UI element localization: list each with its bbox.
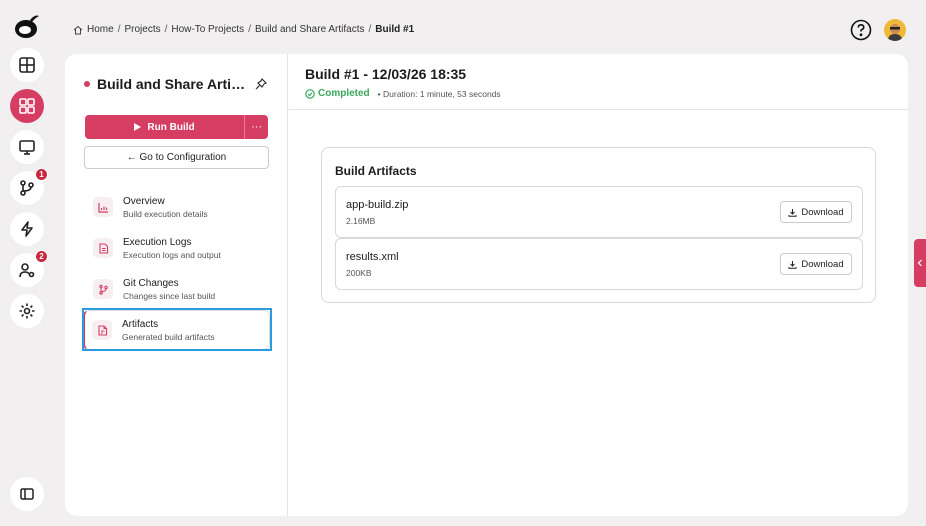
artifact-name: results.xml	[346, 251, 399, 263]
status-text: Completed	[318, 88, 370, 99]
nav-overview-subtitle: Build execution details	[123, 208, 208, 219]
chevron-left-icon	[917, 259, 922, 267]
status-badge: Completed	[305, 88, 370, 99]
breadcrumb-home[interactable]: Home	[87, 24, 114, 35]
artifact-name: app-build.zip	[346, 199, 409, 211]
logo-icon[interactable]	[11, 10, 43, 42]
build-title: Build #1 - 12/03/26 18:35	[305, 66, 467, 82]
nav-git-changes-title: Git Changes	[123, 277, 179, 289]
artifact-size: 2.16MB	[346, 216, 376, 226]
run-build-group: Run Build ···	[85, 115, 268, 139]
collapse-panel-tab[interactable]	[914, 239, 926, 287]
gear-icon[interactable]	[10, 294, 44, 328]
sidebar-title: Build and Share Artifacts	[97, 76, 247, 92]
build-detail-panel: Build #1 - 12/03/26 18:35 Completed • Du…	[289, 54, 908, 516]
nav-artifacts[interactable]: Artifacts Generated build artifacts	[83, 310, 270, 350]
download-icon	[788, 208, 797, 217]
artifact-row: app-build.zip 2.16MB Download	[335, 186, 863, 238]
lightning-icon[interactable]	[10, 212, 44, 246]
monitor-icon[interactable]	[10, 130, 44, 164]
breadcrumb-current: Build #1	[375, 24, 415, 35]
goto-configuration-button[interactable]: ← Go to Configuration	[84, 146, 269, 169]
nav-overview[interactable]: Overview Build execution details	[86, 188, 268, 226]
main-card: Build and Share Artifacts Run Build ··· …	[65, 54, 908, 516]
download-label: Download	[801, 258, 844, 270]
run-build-button[interactable]: Run Build	[85, 115, 244, 139]
build-header: Build #1 - 12/03/26 18:35 Completed • Du…	[289, 54, 908, 110]
download-icon	[788, 260, 797, 269]
chart-icon	[93, 197, 113, 217]
file-icon	[92, 320, 112, 340]
avatar[interactable]	[884, 19, 906, 41]
build-sidebar: Build and Share Artifacts Run Build ··· …	[65, 54, 288, 516]
pin-icon[interactable]	[255, 78, 267, 90]
artifact-row: results.xml 200KB Download	[335, 238, 863, 290]
nav-artifacts-title: Artifacts	[122, 318, 159, 330]
run-build-label: Run Build	[147, 121, 195, 133]
git-branch-icon[interactable]: 1	[10, 168, 48, 205]
build-duration: • Duration: 1 minute, 53 seconds	[377, 88, 501, 99]
nav-execution-logs-subtitle: Execution logs and output	[123, 249, 221, 260]
status-dot	[84, 81, 90, 87]
sidebar-title-row: Build and Share Artifacts	[84, 76, 274, 92]
artifact-size: 200KB	[346, 268, 372, 278]
breadcrumb-separator: /	[117, 24, 121, 35]
breadcrumb-separator: /	[368, 24, 372, 35]
play-icon	[134, 123, 142, 131]
help-icon[interactable]	[850, 19, 872, 41]
check-circle-icon	[305, 88, 315, 99]
users-settings-icon[interactable]: 2	[10, 250, 48, 287]
document-icon	[93, 238, 113, 258]
download-label: Download	[801, 206, 844, 218]
download-button[interactable]: Download	[780, 253, 852, 275]
nav-git-changes-subtitle: Changes since last build	[123, 290, 216, 301]
breadcrumb: Home / Projects / How-To Projects / Buil…	[73, 24, 414, 35]
nav-execution-logs-title: Execution Logs	[123, 236, 192, 248]
dashboard-icon[interactable]	[10, 89, 44, 123]
git-branch-icon	[93, 279, 113, 299]
app-rail: 1 2	[0, 0, 54, 526]
table-icon[interactable]	[10, 48, 44, 82]
nav-overview-title: Overview	[123, 195, 165, 207]
download-button[interactable]: Download	[780, 201, 852, 223]
nav-artifacts-subtitle: Generated build artifacts	[122, 331, 215, 342]
breadcrumb-separator: /	[248, 24, 251, 35]
run-build-more-button[interactable]: ···	[244, 115, 268, 139]
git-badge: 1	[35, 168, 48, 181]
nav-git-changes[interactable]: Git Changes Changes since last build	[86, 270, 268, 308]
build-status-row: Completed • Duration: 1 minute, 53 secon…	[305, 88, 501, 99]
nav-execution-logs[interactable]: Execution Logs Execution logs and output	[86, 229, 268, 267]
breadcrumb-separator: /	[164, 24, 168, 35]
artifacts-title: Build Artifacts	[335, 164, 417, 178]
breadcrumb-how-to-projects[interactable]: How-To Projects	[171, 24, 244, 35]
artifacts-section: Build Artifacts app-build.zip 2.16MB Dow…	[321, 147, 876, 303]
breadcrumb-project[interactable]: Build and Share Artifacts	[255, 24, 365, 35]
users-badge: 2	[35, 250, 48, 263]
breadcrumb-projects[interactable]: Projects	[124, 24, 160, 35]
home-icon	[73, 25, 83, 34]
sidebar-toggle-icon[interactable]	[10, 477, 44, 511]
